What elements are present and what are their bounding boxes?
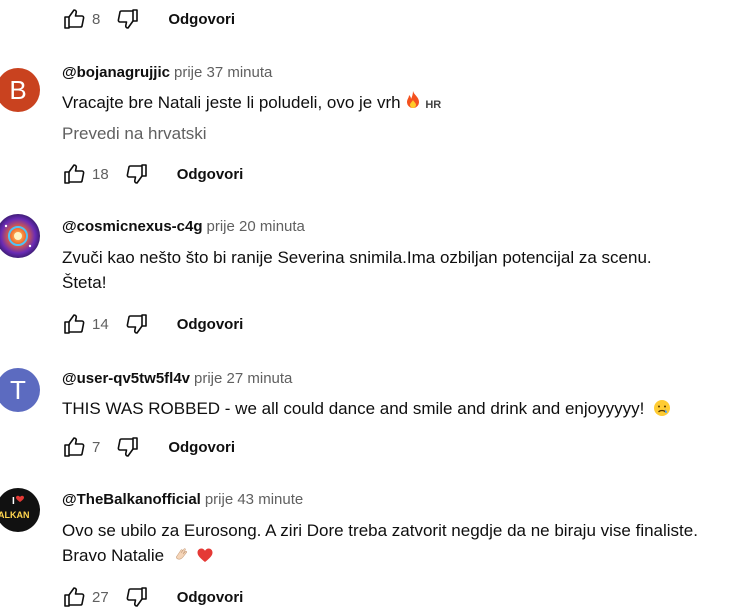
reply-button[interactable]: Odgovori bbox=[177, 166, 244, 183]
thumbs-down-icon bbox=[126, 164, 147, 184]
avatar-letter: T bbox=[10, 374, 26, 405]
reply-button[interactable]: Odgovori bbox=[177, 589, 244, 606]
comment-time[interactable]: prije 20 minuta bbox=[207, 218, 305, 235]
comment-actions: 14 Odgovori bbox=[62, 310, 243, 338]
thumbs-down-icon bbox=[126, 587, 147, 607]
like-button[interactable] bbox=[62, 435, 86, 459]
avatar[interactable]: B bbox=[0, 68, 40, 112]
like-button[interactable] bbox=[62, 7, 86, 31]
thumbs-down-icon bbox=[117, 437, 139, 457]
reply-button[interactable]: Odgovori bbox=[168, 11, 235, 28]
balkan-logo-image: I ALKAN bbox=[0, 495, 30, 520]
like-button[interactable] bbox=[62, 162, 86, 186]
reply-button[interactable]: Odgovori bbox=[168, 439, 235, 456]
comment-header: @cosmicnexus-c4g prije 20 minuta bbox=[62, 218, 305, 235]
comment-actions: 7 Odgovori bbox=[62, 433, 235, 461]
dislike-button[interactable] bbox=[116, 7, 140, 31]
comment-actions: 27 Odgovori bbox=[62, 583, 243, 611]
comment-text-container: THIS WAS ROBBED - we all could dance and… bbox=[62, 396, 740, 424]
thumbs-down-icon bbox=[117, 9, 139, 29]
thumbs-up-icon bbox=[64, 587, 85, 607]
language-badge: HR bbox=[425, 99, 442, 111]
comment-author[interactable]: @bojanagrujjic bbox=[62, 64, 170, 81]
thumbs-up-icon bbox=[64, 164, 85, 184]
thumbs-up-icon bbox=[64, 9, 85, 29]
like-count: 27 bbox=[92, 588, 109, 606]
comment-author[interactable]: @cosmicnexus-c4g bbox=[62, 218, 203, 235]
like-count: 8 bbox=[92, 10, 101, 28]
red-heart-emoji-icon bbox=[196, 546, 214, 571]
comment-text-line: Šteta! bbox=[62, 273, 107, 292]
comment-time[interactable]: prije 37 minuta bbox=[174, 64, 272, 81]
comment-text-line: Ovo se ubilo za Eurosong. A ziri Dore tr… bbox=[62, 521, 698, 540]
like-count: 14 bbox=[92, 315, 109, 333]
comment-author[interactable]: @user-qv5tw5fl4v bbox=[62, 370, 190, 387]
thumbs-down-icon bbox=[126, 314, 147, 334]
comment-text: Vracajte bre Natali jeste li poludeli, o… bbox=[62, 93, 401, 112]
like-count: 18 bbox=[92, 165, 109, 183]
thumbs-up-icon bbox=[64, 437, 85, 457]
comment-text-container: Vracajte bre Natali jeste li poludeli, o… bbox=[62, 90, 740, 118]
comment-header: @bojanagrujjic prije 37 minuta bbox=[62, 64, 272, 81]
avatar[interactable] bbox=[0, 214, 40, 258]
dislike-button[interactable] bbox=[125, 585, 149, 609]
reply-button[interactable]: Odgovori bbox=[177, 316, 244, 333]
comment-text-line-2: Bravo Natalie bbox=[62, 543, 740, 571]
comment-header: @user-qv5tw5fl4v prije 27 minuta bbox=[62, 370, 292, 387]
clapping-hands-emoji-icon bbox=[173, 546, 191, 571]
top-action-row: 8 Odgovori bbox=[62, 5, 235, 33]
comment-text: Zvuči kao nešto što bi ranije Severina s… bbox=[62, 245, 740, 295]
avatar[interactable]: I ALKAN bbox=[0, 488, 40, 532]
comment-actions: 18 Odgovori bbox=[62, 160, 243, 188]
translate-link[interactable]: Prevedi na hrvatski bbox=[62, 124, 207, 144]
fire-emoji-icon bbox=[405, 90, 421, 117]
like-button[interactable] bbox=[62, 312, 86, 336]
comment-text: THIS WAS ROBBED - we all could dance and… bbox=[62, 399, 645, 418]
dislike-button[interactable] bbox=[116, 435, 140, 459]
cosmic-avatar-image bbox=[4, 224, 32, 248]
dislike-button[interactable] bbox=[125, 312, 149, 336]
comment-text-line: Zvuči kao nešto što bi ranije Severina s… bbox=[62, 248, 652, 267]
comment-time[interactable]: prije 27 minuta bbox=[194, 370, 292, 387]
dislike-button[interactable] bbox=[125, 162, 149, 186]
comment-header: @TheBalkanofficial prije 43 minute bbox=[62, 491, 303, 508]
logo-text-i: I bbox=[12, 496, 15, 507]
comment-time[interactable]: prije 43 minute bbox=[205, 491, 303, 508]
comment-text-line: Bravo Natalie bbox=[62, 546, 165, 565]
like-count: 7 bbox=[92, 438, 101, 456]
avatar-letter: B bbox=[9, 74, 27, 105]
logo-text-balkan: ALKAN bbox=[0, 510, 30, 520]
thumbs-up-icon bbox=[64, 314, 85, 334]
like-button[interactable] bbox=[62, 585, 86, 609]
sad-face-emoji-icon bbox=[653, 399, 671, 424]
avatar[interactable]: T bbox=[0, 368, 40, 412]
comment-author[interactable]: @TheBalkanofficial bbox=[62, 491, 201, 508]
comment-text: Ovo se ubilo za Eurosong. A ziri Dore tr… bbox=[62, 518, 740, 571]
